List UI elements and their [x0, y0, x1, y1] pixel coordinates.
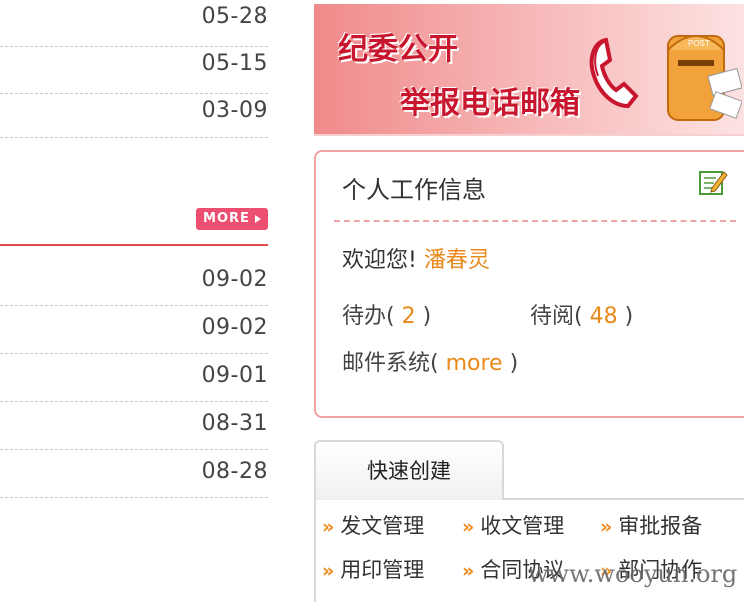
item-date: 05-15	[201, 51, 268, 76]
list-item[interactable]: 09-01	[0, 354, 268, 402]
todo-link[interactable]: 待办( 2 )	[342, 298, 431, 330]
item-date: 09-02	[201, 315, 268, 340]
item-date: 08-31	[201, 411, 268, 436]
mail-system-link[interactable]: 邮件系统( more )	[342, 345, 518, 377]
double-chevron-icon: »	[462, 516, 475, 538]
double-chevron-icon: »	[322, 516, 335, 538]
list-item[interactable]: 03-09	[0, 94, 268, 138]
tab-quick-create[interactable]: 快速创建	[314, 440, 504, 500]
edit-icon[interactable]	[698, 168, 728, 196]
mailbox-icon: POST	[667, 35, 742, 121]
quick-item-dispatch[interactable]: » 发文管理	[322, 510, 424, 540]
item-date: 05-28	[201, 4, 268, 29]
toread-link[interactable]: 待阅( 48 )	[530, 298, 633, 330]
banner-line2: 举报电话邮箱	[400, 86, 580, 121]
report-hotline-banner[interactable]: 纪委公开 举报电话邮箱 POST	[314, 4, 744, 136]
toread-count[interactable]: 48	[590, 304, 618, 329]
list-item[interactable]: 05-28	[0, 0, 268, 47]
mailbox-label: POST	[688, 39, 710, 48]
double-chevron-icon: »	[462, 560, 475, 582]
double-chevron-icon: »	[600, 516, 613, 538]
welcome-text: 欢迎您! 潘春灵	[342, 248, 490, 273]
item-date: 09-02	[201, 267, 268, 292]
banner-line1: 纪委公开	[338, 32, 458, 67]
item-date: 03-09	[201, 98, 268, 123]
quick-item-seal[interactable]: » 用印管理	[322, 554, 424, 584]
panel-divider	[334, 220, 736, 222]
more-button[interactable]: MORE	[196, 208, 268, 230]
list-item[interactable]: 08-31	[0, 402, 268, 450]
todo-count[interactable]: 2	[402, 304, 416, 329]
item-date: 09-01	[201, 363, 268, 388]
personal-work-info-panel: 个人工作信息 欢迎您! 潘春灵 待办( 2 ) 待阅( 48 ) 邮件系统( m…	[314, 150, 744, 418]
telephone-icon	[589, 37, 639, 109]
double-chevron-icon: »	[322, 560, 335, 582]
panel-title: 个人工作信息	[342, 176, 486, 204]
arrow-right-icon	[254, 214, 261, 223]
user-name[interactable]: 潘春灵	[424, 248, 490, 273]
list-item[interactable]: 09-02	[0, 306, 268, 354]
watermark: www.wooyun.org	[528, 560, 738, 588]
item-date: 08-28	[201, 459, 268, 484]
quick-item-approval[interactable]: » 审批报备	[600, 510, 702, 540]
list-item[interactable]: 08-28	[0, 450, 268, 498]
section-divider	[0, 244, 268, 246]
quick-item-receive[interactable]: » 收文管理	[462, 510, 564, 540]
list-item[interactable]: 05-15	[0, 47, 268, 94]
mail-more-link[interactable]: more	[446, 351, 503, 376]
list-item[interactable]: 09-02	[0, 258, 268, 306]
